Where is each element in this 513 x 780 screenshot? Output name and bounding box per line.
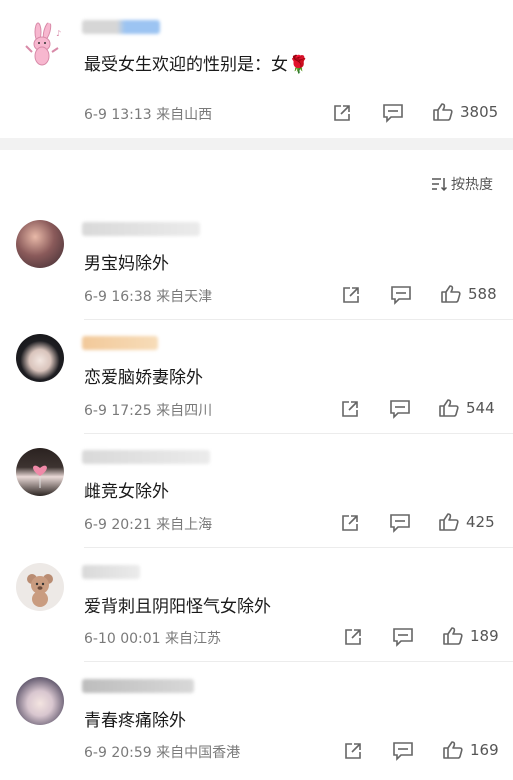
sort-icon: [432, 178, 448, 192]
thumbs-up-icon: [433, 103, 453, 121]
comment-text: 雌竞女除外: [84, 482, 169, 502]
like-count: 425: [466, 513, 495, 531]
comment-meta: 6-9 17:25 来自四川: [84, 400, 212, 420]
share-button[interactable]: [343, 627, 363, 647]
comment-text: 青春疼痛除外: [84, 711, 186, 731]
avatar[interactable]: [16, 448, 64, 496]
like-button[interactable]: 169: [442, 740, 499, 760]
post-date: 6-9 13:13: [84, 107, 152, 123]
comment-button[interactable]: [390, 285, 412, 305]
sort-label: 按热度: [451, 177, 493, 193]
username-blurred[interactable]: [82, 450, 210, 464]
username-blurred[interactable]: [82, 679, 194, 693]
like-count: 3805: [460, 103, 499, 121]
thumbs-up-icon: [439, 513, 459, 531]
share-button[interactable]: [340, 513, 360, 533]
thumbs-up-icon: [443, 627, 463, 645]
username-blurred[interactable]: [82, 222, 200, 236]
original-post: ♪ 最受女生欢迎的性别是：女🌹 6-9 13:13 来自山西 3805: [0, 0, 513, 138]
section-separator: [0, 138, 513, 150]
share-button[interactable]: [332, 103, 352, 123]
teddy-bear-icon: [27, 574, 53, 607]
comment-icon: [391, 286, 411, 305]
comment-meta: 6-9 16:38 来自天津: [84, 286, 212, 306]
avatar[interactable]: [16, 220, 64, 268]
like-button[interactable]: 425: [438, 512, 495, 532]
divider: [84, 433, 513, 434]
share-icon: [342, 401, 358, 417]
comment-date: 6-9 20:21: [84, 517, 152, 533]
like-count: 169: [470, 741, 499, 759]
comment-icon: [383, 104, 403, 123]
post-meta: 6-9 13:13 来自山西: [84, 104, 212, 124]
comment-date: 6-10 00:01: [84, 631, 161, 647]
comment-location: 来自四川: [156, 403, 213, 419]
like-count: 189: [470, 627, 499, 645]
thumbs-up-icon: [441, 285, 461, 303]
share-icon: [345, 743, 361, 759]
share-button[interactable]: [340, 399, 360, 419]
share-icon: [342, 515, 358, 531]
svg-text:♪: ♪: [56, 29, 61, 38]
comment-icon: [393, 742, 413, 761]
heart-balloon-icon: [33, 465, 47, 488]
like-button[interactable]: 544: [438, 398, 495, 418]
post-location: 来自山西: [156, 107, 213, 123]
like-count: 544: [466, 399, 495, 417]
comment-button[interactable]: [389, 513, 411, 533]
username-blurred[interactable]: [82, 336, 158, 350]
comment-button[interactable]: [389, 399, 411, 419]
comment-location: 来自中国香港: [156, 745, 241, 761]
share-icon: [334, 105, 350, 121]
username-blurred[interactable]: [82, 20, 160, 34]
like-button[interactable]: 3805: [432, 102, 498, 122]
avatar[interactable]: [16, 334, 64, 382]
comment-date: 6-9 16:38: [84, 289, 152, 305]
thumbs-up-icon: [439, 399, 459, 417]
comment-text: 爱背刺且阴阳怪气女除外: [84, 597, 271, 617]
like-button[interactable]: 189: [442, 626, 499, 646]
comment-text: 恋爱脑娇妻除外: [84, 368, 203, 388]
comment-location: 来自天津: [156, 289, 213, 305]
comment-meta: 6-10 00:01 来自江苏: [84, 628, 221, 648]
comment-date: 6-9 20:59: [84, 745, 152, 761]
comment-meta: 6-9 20:59 来自中国香港: [84, 742, 240, 762]
comment-text: 男宝妈除外: [84, 254, 169, 274]
avatar[interactable]: ♪: [18, 22, 66, 70]
comment-button[interactable]: [392, 627, 414, 647]
like-count: 588: [468, 285, 497, 303]
comment-date: 6-9 17:25: [84, 403, 152, 419]
share-button[interactable]: [341, 285, 361, 305]
thumbs-up-icon: [443, 741, 463, 759]
comment-icon: [393, 628, 413, 647]
comment-icon: [390, 514, 410, 533]
comment-icon: [390, 400, 410, 419]
share-icon: [343, 287, 359, 303]
avatar[interactable]: [16, 563, 64, 611]
like-button[interactable]: 588: [440, 284, 497, 304]
comment-location: 来自江苏: [165, 631, 222, 647]
comment-meta: 6-9 20:21 来自上海: [84, 514, 212, 534]
divider: [84, 319, 513, 320]
share-icon: [345, 629, 361, 645]
share-button[interactable]: [343, 741, 363, 761]
comment-button[interactable]: [392, 741, 414, 761]
divider: [84, 547, 513, 548]
rabbit-avatar-icon: ♪: [25, 22, 61, 66]
sort-toggle[interactable]: 按热度: [431, 174, 493, 194]
comment-button[interactable]: [382, 103, 404, 123]
comment-location: 来自上海: [156, 517, 213, 533]
post-text: 最受女生欢迎的性别是：女🌹: [84, 55, 310, 75]
username-blurred[interactable]: [82, 565, 140, 579]
divider: [84, 661, 513, 662]
avatar[interactable]: [16, 677, 64, 725]
